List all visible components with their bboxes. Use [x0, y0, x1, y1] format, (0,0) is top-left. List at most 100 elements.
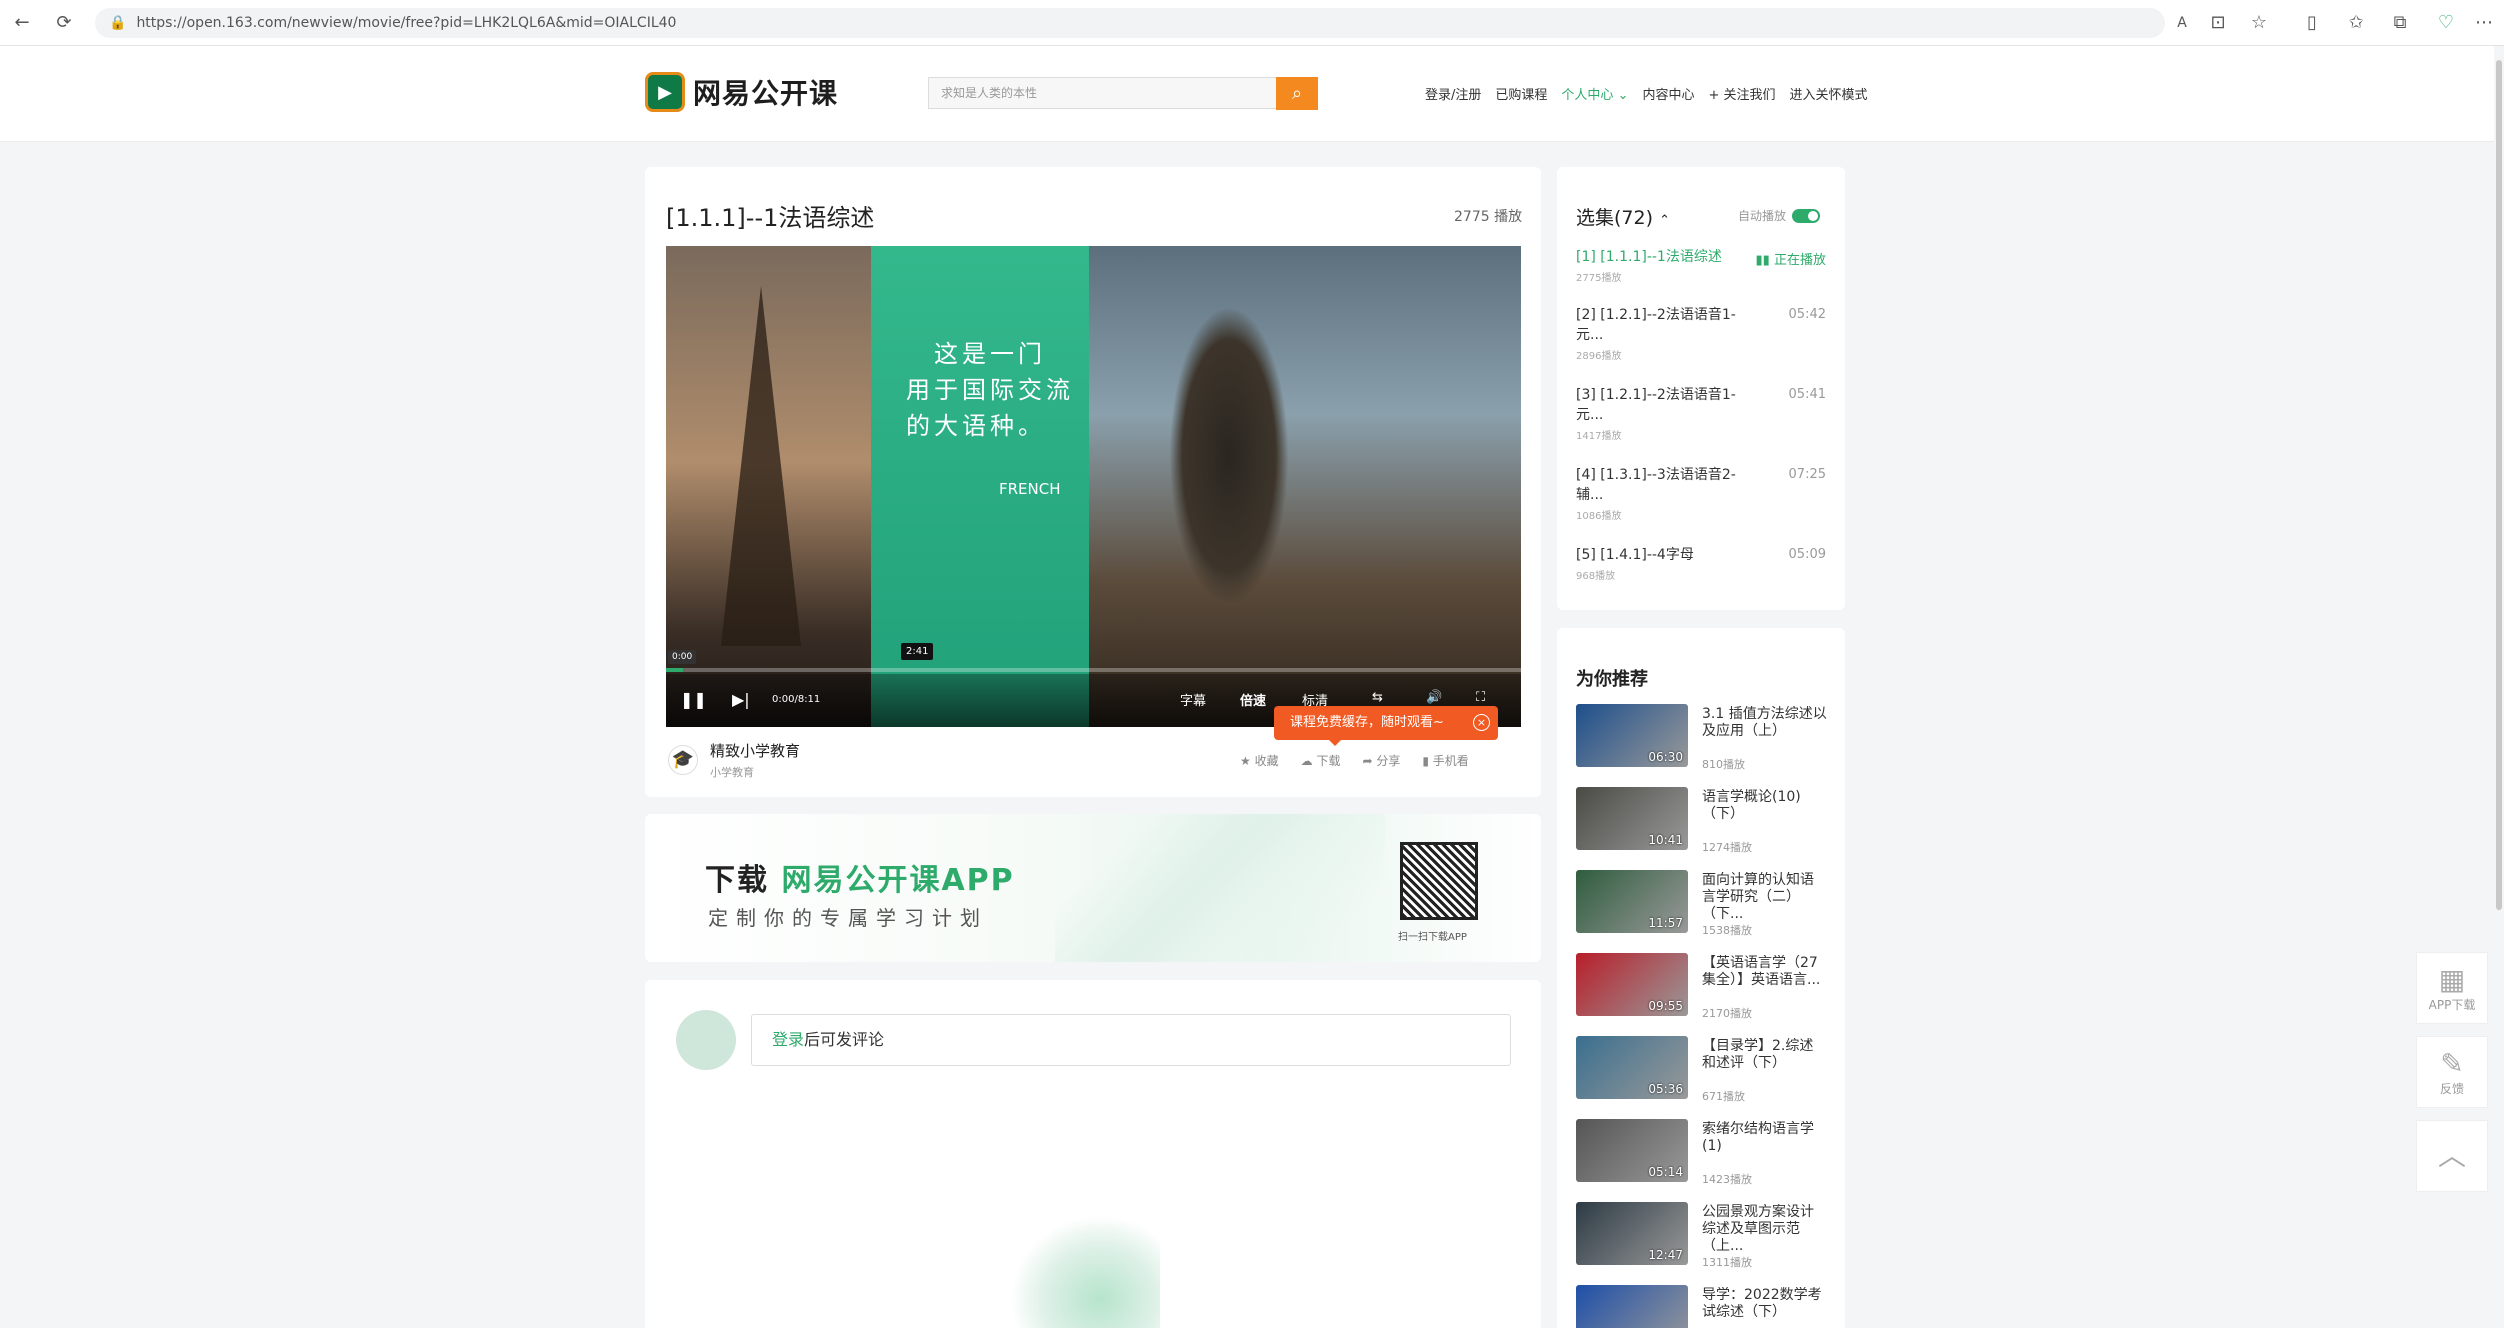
feedback-float[interactable]: ✎ 反馈	[2416, 1036, 2488, 1108]
video-overlay-text: 这是一门 用于国际交流 的大语种。	[906, 336, 1074, 444]
empty-comments-illustration	[1010, 1215, 1160, 1328]
recommend-thumbnail: 10:41	[1576, 787, 1688, 850]
recommend-item[interactable]: 11:57 面向计算的认知语言学研究（二）（下... 1538播放	[1576, 870, 1826, 940]
recommend-item[interactable]: 12:47 公园景观方案设计综述及草图示范（上... 1311播放	[1576, 1202, 1826, 1272]
recommend-duration: 05:14	[1648, 1165, 1683, 1179]
episode-item[interactable]: [2] [1.2.1]--2法语语音1-元... 2896播放 05:42	[1576, 305, 1826, 362]
recommend-play-count: 1538播放	[1702, 924, 1752, 937]
episode-item[interactable]: [4] [1.3.1]--3法语语音2-辅... 1086播放 07:25	[1576, 465, 1826, 522]
time-tooltip-start: 0:00	[668, 650, 697, 664]
app-download-float[interactable]: ▦ APP下载	[2416, 952, 2488, 1024]
scrollbar-thumb[interactable]	[2496, 60, 2502, 910]
episode-play-count: 1086播放	[1576, 511, 1622, 522]
banner-title-highlight: 网易公开课APP	[781, 863, 1015, 898]
subtitle-button[interactable]: 字幕	[1180, 690, 1206, 709]
favorites-icon[interactable]: ✩	[2342, 10, 2370, 36]
top-nav: 登录/注册 已购课程 个人中心 ⌄ 内容中心 + 关注我们 进入关怀模式	[1425, 84, 1868, 103]
download-button[interactable]: ☁ 下载	[1301, 752, 1341, 769]
recommend-item[interactable]: 10:41 语言学概论(10)（下） 1274播放	[1576, 787, 1826, 857]
author-category: 小学教育	[710, 766, 754, 779]
recommend-item[interactable]: 05:14 索绪尔结构语言学(1) 1423播放	[1576, 1119, 1826, 1189]
video-frame-statue	[1089, 246, 1521, 727]
episode-duration: ▮▮ 正在播放	[1756, 249, 1826, 268]
play-count: 2775 播放	[1454, 209, 1523, 225]
search-input[interactable]: 求知是人类的本性	[928, 77, 1318, 109]
split-screen-icon[interactable]: ▯	[2298, 10, 2326, 36]
edit-icon: ✎	[2440, 1046, 2464, 1080]
volume-icon[interactable]: 🔊	[1426, 690, 1442, 705]
nav-care-mode[interactable]: 进入关怀模式	[1790, 84, 1868, 103]
comment-input[interactable]: 登录后可发评论	[751, 1014, 1511, 1066]
author-info[interactable]: 🎓 精致小学教育 小学教育	[668, 740, 800, 780]
back-to-top-button[interactable]: ︿	[2416, 1120, 2488, 1192]
progress-fill	[666, 668, 684, 672]
recommend-duration: 12:47	[1648, 1248, 1683, 1262]
video-actions: ★ 收藏 ☁ 下载 ➦ 分享 ▮ 手机看	[1240, 752, 1469, 769]
feedback-label: 反馈	[2439, 1081, 2464, 1096]
search-button[interactable]: ⌕	[1276, 77, 1318, 110]
video-player[interactable]: 这是一门 用于国际交流 的大语种。 FRENCH 0:00 2:41 ❚❚ ▶|…	[666, 246, 1521, 727]
recommend-thumbnail: 05:14	[1576, 1119, 1688, 1182]
episode-play-count: 2896播放	[1576, 351, 1622, 362]
close-icon[interactable]: ×	[1473, 714, 1490, 731]
banner-title: 下载 网易公开课APP	[705, 855, 1015, 899]
autoplay-toggle[interactable]: 自动播放	[1738, 207, 1821, 224]
video-frame-eiffel	[666, 246, 871, 727]
nav-personal-center-label: 个人中心	[1561, 88, 1614, 103]
reload-icon[interactable]: ⟳	[50, 10, 78, 36]
pip-icon[interactable]: ⇆	[1372, 690, 1383, 705]
toggle-switch	[1792, 208, 1821, 223]
browser-toolbar: ← ⟳ 🔒 https://open.163.com/newview/movie…	[0, 0, 2504, 46]
recommend-item[interactable]: 06:30 3.1 插值方法综述以及应用（上） 810播放	[1576, 704, 1827, 774]
read-aloud-icon[interactable]: A	[2168, 10, 2196, 36]
recommend-duration: 10:41	[1648, 833, 1683, 847]
pause-icon[interactable]: ❚❚	[680, 690, 707, 709]
favorite-button[interactable]: ★ 收藏	[1240, 752, 1279, 769]
banner-subtitle: 定制你的专属学习计划	[708, 906, 988, 930]
recommend-duration: 06:30	[1648, 750, 1683, 764]
speed-button[interactable]: 倍速	[1240, 690, 1266, 709]
author-name: 精致小学教育	[710, 742, 801, 760]
nav-login[interactable]: 登录/注册	[1425, 84, 1481, 103]
nav-content-center[interactable]: 内容中心	[1642, 84, 1694, 103]
back-icon[interactable]: ←	[8, 10, 36, 36]
collections-icon[interactable]: ⧉	[2386, 10, 2414, 36]
recommend-item[interactable]: 导学：2022数学考试综述（下）	[1576, 1285, 1826, 1328]
address-bar[interactable]: 🔒 https://open.163.com/newview/movie/fre…	[95, 8, 2165, 38]
episode-duration-text: 05:41	[1788, 387, 1826, 402]
episode-item[interactable]: [3] [1.2.1]--2法语语音1-元... 1417播放 05:41	[1576, 385, 1826, 442]
favorite-star-icon[interactable]: ☆	[2245, 10, 2273, 36]
mobile-watch-button[interactable]: ▮ 手机看	[1422, 752, 1468, 769]
recommend-item[interactable]: 09:55 【英语语言学（27集全）】英语语言... 2170播放	[1576, 953, 1826, 1023]
site-logo[interactable]: ▶ 网易公开课	[645, 72, 838, 112]
app-screenshots-image	[1055, 814, 1385, 962]
episode-list-title: 选集(72)	[1576, 207, 1654, 229]
more-menu-icon[interactable]: ⋯	[2470, 10, 2498, 36]
recommend-thumbnail: 11:57	[1576, 870, 1688, 933]
recommend-item[interactable]: 05:36 【目录学】2.综述和述评（下） 671播放	[1576, 1036, 1826, 1106]
logo-text: 网易公开课	[693, 77, 839, 110]
progress-bar[interactable]	[666, 668, 1521, 672]
nav-follow-us[interactable]: + 关注我们	[1708, 84, 1775, 103]
recommend-play-count: 1311播放	[1702, 1256, 1752, 1269]
share-button[interactable]: ➦ 分享	[1362, 752, 1400, 769]
search-icon: ⌕	[1291, 83, 1303, 104]
episode-list-heading[interactable]: 选集(72) ⌃	[1576, 203, 1670, 230]
recommend-play-count: 1423播放	[1702, 1173, 1752, 1186]
episode-item[interactable]: [1] [1.1.1]--1法语综述 2775播放 ▮▮ 正在播放	[1576, 247, 1826, 284]
login-link[interactable]: 登录	[772, 1030, 804, 1049]
time-display: 0:00/8:11	[772, 694, 821, 705]
recommend-title: 【目录学】2.综述和述评（下）	[1702, 1038, 1814, 1071]
mobile-watch-label: 手机看	[1432, 754, 1469, 768]
recommend-thumbnail: 09:55	[1576, 953, 1688, 1016]
autoplay-label: 自动播放	[1738, 209, 1787, 223]
next-icon[interactable]: ▶|	[732, 690, 750, 709]
browser-essentials-icon[interactable]: ♡	[2432, 10, 2460, 36]
extension-icon[interactable]: ⊡	[2204, 10, 2232, 36]
nav-personal-center[interactable]: 个人中心 ⌄	[1561, 84, 1628, 103]
recommend-play-count: 671播放	[1702, 1090, 1745, 1103]
nav-purchased[interactable]: 已购课程	[1495, 84, 1547, 103]
recommend-heading: 为你推荐	[1576, 669, 1648, 690]
fullscreen-icon[interactable]: ⛶	[1476, 690, 1485, 705]
episode-item[interactable]: [5] [1.4.1]--4字母 968播放 05:09	[1576, 545, 1826, 582]
